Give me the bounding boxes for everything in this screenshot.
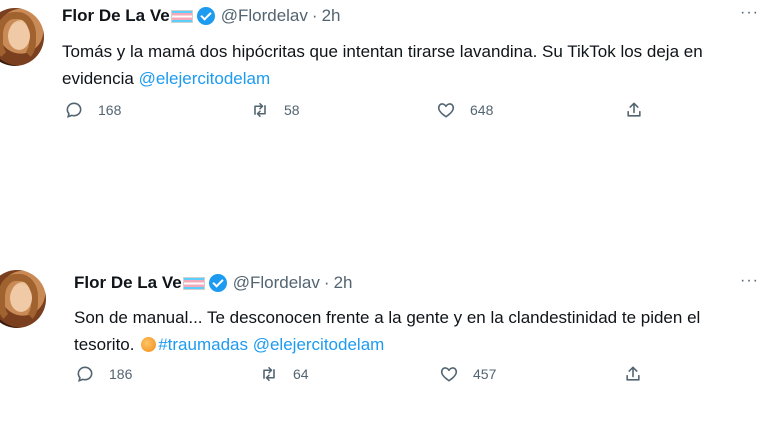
verified-badge-icon [196,7,215,25]
mention-link[interactable]: @elejercitodelam [139,69,271,88]
like-button[interactable]: 457 [439,364,496,384]
tweet[interactable]: Flor De La Ve @Flordelav · 2h ··· Tomás … [0,0,767,150]
retweet-count: 58 [284,102,300,118]
reply-icon [66,102,82,118]
reply-count: 186 [109,366,133,382]
avatar-face [8,22,30,50]
heart-icon [440,367,458,382]
share-button[interactable] [623,364,643,384]
like-count: 457 [473,366,497,382]
reply-count: 168 [98,102,122,118]
tweet-text: Tomás y la mamá dos hipócritas que inten… [62,38,762,92]
verified-badge-icon [208,274,227,292]
transgender-flag-icon [170,9,193,23]
tweet[interactable]: Flor De La Ve @Flordelav · 2h ··· Son de… [0,262,767,424]
avatar-face [10,284,32,312]
author-handle[interactable]: @Flordelav [233,273,320,293]
share-icon [626,366,640,381]
retweet-button[interactable]: 58 [250,100,300,120]
heart-icon [437,103,455,118]
separator-dot: · [323,273,330,292]
tweet-header: Flor De La Ve @Flordelav · 2h [74,273,352,293]
reply-icon [77,366,93,382]
reply-button[interactable]: 168 [64,100,121,120]
tweet-text: Son de manual... Te desconocen frente a … [74,304,754,358]
share-button[interactable] [624,100,644,120]
peach-emoji-icon [141,337,157,352]
author-name[interactable]: Flor De La Ve [62,6,170,26]
author-handle[interactable]: @Flordelav [221,6,308,26]
retweet-icon [263,366,275,382]
mention-link[interactable]: @elejercitodelam [253,335,385,354]
hashtag-link[interactable]: #traumadas [158,335,248,354]
reply-button[interactable]: 186 [75,364,132,384]
avatar[interactable] [0,270,46,328]
timestamp[interactable]: 2h [322,6,341,26]
tweet-header: Flor De La Ve @Flordelav · 2h [62,6,340,26]
separator-dot: · [311,6,318,25]
like-button[interactable]: 648 [436,100,493,120]
retweet-icon [254,102,266,118]
more-options-icon[interactable]: ··· [740,272,759,290]
like-count: 648 [470,102,494,118]
transgender-flag-icon [182,276,205,290]
retweet-count: 64 [293,366,309,382]
more-options-icon[interactable]: ··· [740,4,759,22]
avatar[interactable] [0,8,44,66]
retweet-button[interactable]: 64 [259,364,309,384]
share-icon [627,102,641,117]
timestamp[interactable]: 2h [334,273,353,293]
author-name[interactable]: Flor De La Ve [74,273,182,293]
